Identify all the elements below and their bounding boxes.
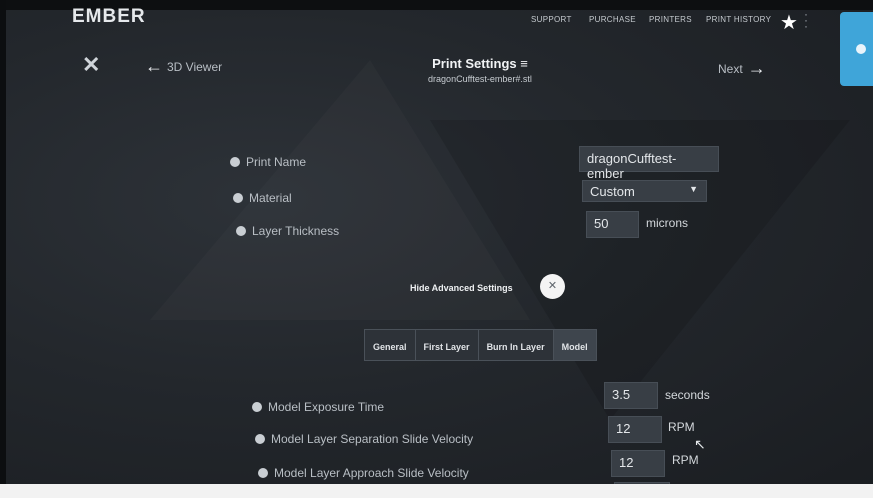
- mouse-cursor-icon: ↖: [694, 436, 706, 452]
- layer-thickness-input[interactable]: 50: [586, 211, 639, 238]
- print-name-row: Print Name: [230, 155, 306, 169]
- arrow-left-icon: ←: [145, 56, 163, 76]
- material-label: Material: [249, 191, 292, 205]
- tab-general[interactable]: General: [365, 330, 416, 360]
- bullet-icon: [252, 402, 262, 412]
- app-screen: EMBER SUPPORT PURCHASE PRINTERS PRINT HI…: [0, 0, 873, 498]
- more-vertical-icon[interactable]: · · ·: [804, 8, 808, 32]
- model-layer-approach-input[interactable]: 12: [611, 450, 665, 477]
- tab-burn-in-layer[interactable]: Burn In Layer: [479, 330, 554, 360]
- page-title-block: Print Settings ≡ dragonCufftest-ember#.s…: [400, 56, 560, 84]
- back-label: 3D Viewer: [167, 59, 223, 74]
- model-exposure-time-unit: seconds: [665, 388, 710, 402]
- model-layer-separation-input[interactable]: 12: [608, 416, 662, 443]
- arrow-right-icon: →: [747, 58, 766, 78]
- bullet-icon: [258, 468, 268, 478]
- print-name-label: Print Name: [246, 155, 307, 169]
- model-layer-separation-label: Model Layer Separation Slide Velocity: [271, 432, 474, 446]
- sliders-icon[interactable]: ≡: [520, 56, 528, 71]
- layer-thickness-row: Layer Thickness: [236, 224, 339, 238]
- model-layer-approach-label: Model Layer Approach Slide Velocity: [274, 466, 469, 480]
- next-label: Next: [718, 61, 743, 76]
- file-name: dragonCufftest-ember#.stl: [428, 74, 532, 84]
- print-name-input[interactable]: dragonCufftest-ember: [579, 146, 719, 181]
- circle-icon: [856, 44, 866, 54]
- page-title: Print Settings ≡: [400, 56, 560, 71]
- side-panel-tab[interactable]: [840, 12, 873, 86]
- nav-support[interactable]: SUPPORT: [531, 15, 572, 24]
- model-layer-approach-unit: RPM: [672, 453, 699, 467]
- model-exposure-time-row: Model Exposure Time: [252, 400, 384, 414]
- model-layer-approach-row: Model Layer Approach Slide Velocity: [258, 466, 469, 480]
- page-title-text: Print Settings: [432, 56, 517, 71]
- screen-bezel: [0, 484, 873, 498]
- material-select[interactable]: Custom ▼: [582, 180, 707, 202]
- bullet-icon: [236, 226, 246, 236]
- model-exposure-time-input[interactable]: 3.5: [604, 382, 658, 409]
- caret-down-icon: ▼: [689, 184, 698, 194]
- close-icon[interactable]: ✕: [82, 52, 100, 78]
- close-icon[interactable]: ✕: [540, 274, 565, 299]
- layer-thickness-label: Layer Thickness: [252, 224, 340, 238]
- material-value: Custom: [590, 184, 635, 199]
- bullet-icon: [233, 193, 243, 203]
- bullet-icon: [255, 434, 265, 444]
- brand-logo: EMBER: [72, 6, 146, 27]
- next-button[interactable]: Next →: [718, 58, 766, 79]
- nav-print-history[interactable]: PRINT HISTORY: [706, 15, 771, 24]
- model-layer-separation-unit: RPM: [668, 420, 695, 434]
- tab-model[interactable]: Model: [553, 330, 596, 360]
- nav-purchase[interactable]: PURCHASE: [589, 15, 636, 24]
- back-button[interactable]: ← 3D Viewer: [145, 56, 222, 77]
- nav-printers[interactable]: PRINTERS: [649, 15, 692, 24]
- advanced-tabs: General First Layer Burn In Layer Model: [364, 329, 597, 361]
- hide-advanced-settings-label[interactable]: Hide Advanced Settings: [410, 283, 513, 293]
- layer-thickness-unit: microns: [646, 216, 689, 230]
- bullet-icon: [230, 157, 240, 167]
- screen-bezel: [0, 0, 6, 498]
- model-layer-separation-row: Model Layer Separation Slide Velocity: [255, 432, 473, 446]
- material-row: Material: [233, 191, 292, 205]
- tab-first-layer[interactable]: First Layer: [416, 330, 479, 360]
- model-exposure-time-label: Model Exposure Time: [268, 400, 385, 414]
- star-icon[interactable]: ★: [780, 10, 798, 35]
